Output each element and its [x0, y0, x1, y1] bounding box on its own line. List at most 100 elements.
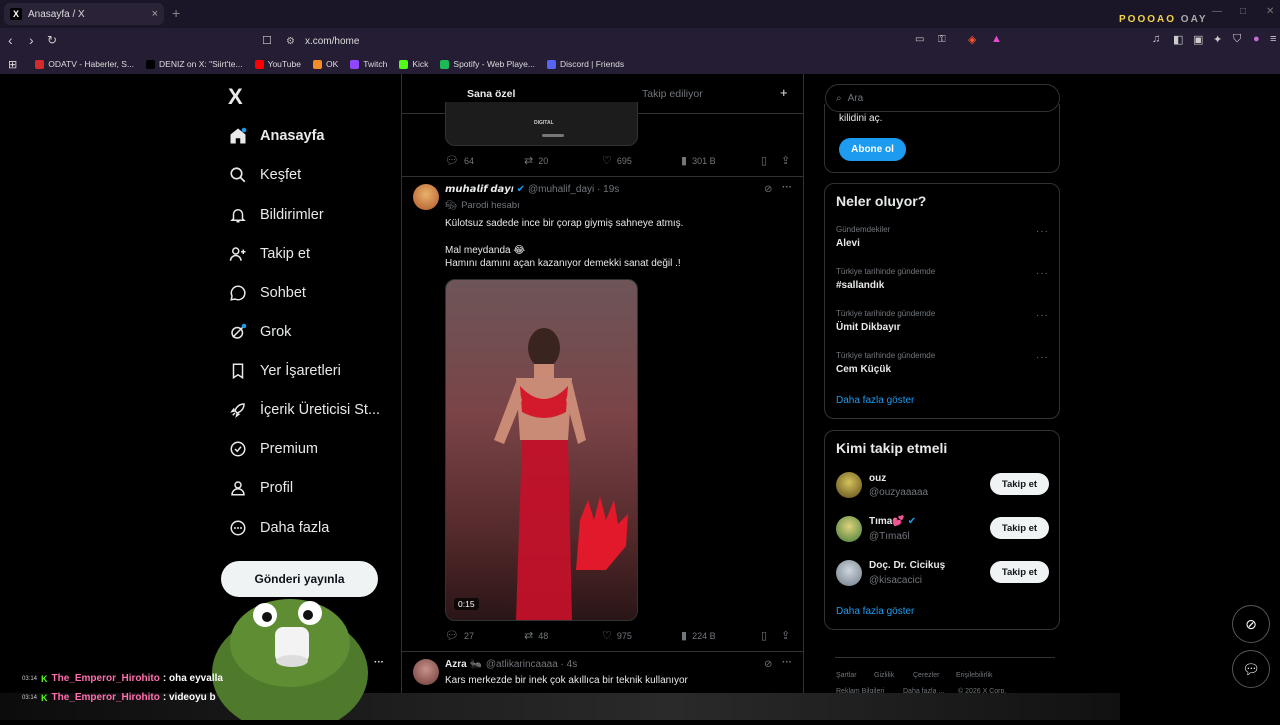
footer-link[interactable]: Erişilebilirlik	[956, 672, 993, 679]
leo-icon[interactable]: ●	[1253, 33, 1260, 45]
avatar[interactable]	[413, 184, 439, 210]
views-button[interactable]: ▮ 301 B	[681, 154, 716, 167]
nav-item-more[interactable]: Daha fazla	[228, 516, 329, 540]
like-button[interactable]: ♡ 975	[602, 629, 632, 642]
grok-post-icon[interactable]: ⊘	[764, 184, 772, 195]
bookmark-item[interactable]: Discord | Friends	[546, 59, 624, 69]
media-icon[interactable]: ♫	[1152, 33, 1160, 45]
close-window-icon[interactable]: ✕	[1266, 6, 1274, 17]
sidebar-icon[interactable]: ◧	[1173, 33, 1183, 46]
extensions-icon[interactable]: ✦	[1213, 33, 1222, 46]
bookmark-item[interactable]: OK	[312, 59, 338, 69]
share-button[interactable]: ⇪	[781, 629, 795, 642]
suggested-user-name[interactable]: Tıma💕	[869, 516, 905, 527]
apps-grid-icon[interactable]: ⊞	[8, 58, 17, 71]
grok-fab-icon[interactable]: ⊘	[1232, 605, 1270, 643]
maximize-icon[interactable]: □	[1240, 6, 1246, 17]
nav-item-home[interactable]: Anasayfa	[228, 124, 324, 148]
trend-item[interactable]: Ümit Dikbayır	[836, 322, 900, 333]
brave-shield-icon[interactable]: ◈	[968, 33, 976, 46]
views-button[interactable]: ▮ 224 B	[681, 629, 716, 642]
trend-more-icon[interactable]: ···	[1036, 268, 1049, 279]
repost-button[interactable]: ⇄ 20	[524, 154, 548, 167]
nav-label: İçerik Üreticisi St...	[260, 402, 381, 418]
footer-link[interactable]: Çerezler	[913, 672, 939, 679]
follow-button[interactable]: Takip et	[990, 561, 1049, 583]
browser-tab[interactable]: X Anasayfa / X ×	[4, 3, 164, 25]
post-text-line: Hamını damını açan kazanıyor demekki san…	[445, 258, 681, 269]
bookmark-item[interactable]: YouTube	[254, 59, 301, 69]
post-more-icon[interactable]: ···	[782, 657, 792, 668]
bookmark-item[interactable]: Twitch	[350, 59, 387, 69]
key-icon[interactable]: ⚿	[938, 34, 946, 45]
who-show-more-link[interactable]: Daha fazla göster	[836, 606, 914, 617]
nav-item-grok[interactable]: Grok	[228, 320, 291, 344]
trend-more-icon[interactable]: ···	[1036, 226, 1049, 237]
post-more-icon[interactable]: ···	[782, 182, 792, 193]
avatar[interactable]	[836, 560, 862, 586]
post-button[interactable]: Gönderi yayınla	[221, 561, 378, 597]
tab-following[interactable]: Takip ediliyor	[642, 88, 703, 100]
bookmark-page-icon[interactable]: ☐	[262, 34, 272, 47]
bookmark-post-button[interactable]: ▯	[761, 154, 772, 167]
bookmark-post-button[interactable]: ▯	[761, 629, 772, 642]
nav-item-creator-studio[interactable]: İçerik Üreticisi St...	[228, 398, 380, 422]
nav-item-explore[interactable]: Keşfet	[228, 163, 301, 187]
nav-item-bookmarks[interactable]: Yer İşaretleri	[228, 359, 341, 383]
add-tab-button[interactable]: +	[780, 85, 788, 100]
bookmark-item[interactable]: DENIZ on X: "Siirt'te...	[146, 59, 243, 69]
author-name[interactable]: 𝙢𝙪𝙝𝙖𝙡𝙞𝙛 𝙙𝙖𝙮ı	[445, 184, 514, 195]
brave-rewards-icon[interactable]: ▲	[991, 33, 1002, 45]
trend-more-icon[interactable]: ···	[1036, 310, 1049, 321]
minimize-icon[interactable]: —	[1212, 6, 1222, 17]
nav-item-premium[interactable]: Premium	[228, 437, 318, 461]
vpn-icon[interactable]: ⛉	[1233, 33, 1241, 46]
follow-button[interactable]: Takip et	[990, 517, 1049, 539]
close-tab-icon[interactable]: ×	[152, 8, 158, 20]
post-video[interactable]: 0:15	[445, 279, 638, 621]
footer-link[interactable]: Şartlar	[836, 672, 857, 679]
suggested-user-name[interactable]: ouz	[869, 473, 886, 484]
avatar[interactable]	[836, 472, 862, 498]
previous-post-media[interactable]: DIGITAL	[445, 102, 638, 146]
nav-item-profile[interactable]: Profil	[228, 476, 293, 500]
menu-icon[interactable]: ≡	[1270, 33, 1276, 45]
suggested-user-name[interactable]: Doç. Dr. Cicikuş	[869, 560, 945, 571]
cast-icon[interactable]: ▭	[915, 34, 924, 45]
messages-fab-icon[interactable]: 💬︎	[1232, 650, 1270, 688]
tab-for-you[interactable]: Sana özel	[467, 88, 515, 100]
share-button[interactable]: ⇪	[781, 154, 795, 167]
repost-button[interactable]: ⇄ 48	[524, 629, 548, 642]
avatar[interactable]	[413, 659, 439, 685]
author-name[interactable]: Azra 🐜	[445, 659, 482, 670]
back-icon[interactable]: ‹	[8, 32, 13, 48]
trend-item[interactable]: #sallandık	[836, 280, 884, 291]
wallet-icon[interactable]: ▣	[1193, 33, 1203, 46]
avatar[interactable]	[836, 516, 862, 542]
grok-post-icon[interactable]: ⊘	[764, 659, 772, 670]
new-tab-button[interactable]: +	[172, 5, 180, 21]
subscribe-button[interactable]: Abone ol	[839, 138, 906, 161]
bookmark-item[interactable]: Kick	[399, 59, 428, 69]
trends-show-more-link[interactable]: Daha fazla göster	[836, 395, 914, 406]
forward-icon[interactable]: ›	[29, 32, 34, 48]
reload-icon[interactable]: ↻	[47, 33, 57, 47]
address-bar[interactable]: ⚙ x.com/home	[286, 33, 1006, 49]
reply-button[interactable]: 💬︎ 64	[445, 154, 474, 167]
trend-item[interactable]: Cem Küçük	[836, 364, 891, 375]
like-button[interactable]: ♡ 695	[602, 154, 632, 167]
nav-item-chat[interactable]: Sohbet	[228, 281, 306, 305]
follow-button[interactable]: Takip et	[990, 473, 1049, 495]
bookmark-item[interactable]: Spotify - Web Playe...	[440, 59, 535, 69]
footer-link[interactable]: Gizlilik	[874, 672, 894, 679]
nav-item-notifications[interactable]: Bildirimler	[228, 203, 324, 227]
site-info-icon[interactable]: ⚙	[286, 36, 295, 47]
author-handle[interactable]: @atlikarincaaaa · 4s	[486, 659, 577, 670]
reply-button[interactable]: 💬︎ 27	[445, 629, 474, 642]
nav-item-follow[interactable]: Takip et	[228, 242, 310, 266]
x-logo[interactable]: X	[228, 84, 243, 110]
author-handle[interactable]: @muhalif_dayi · 19s	[528, 184, 619, 195]
trend-more-icon[interactable]: ···	[1036, 352, 1049, 363]
bookmark-item[interactable]: ODATV - Haberler, S...	[35, 59, 134, 69]
trend-item[interactable]: Alevi	[836, 238, 860, 249]
